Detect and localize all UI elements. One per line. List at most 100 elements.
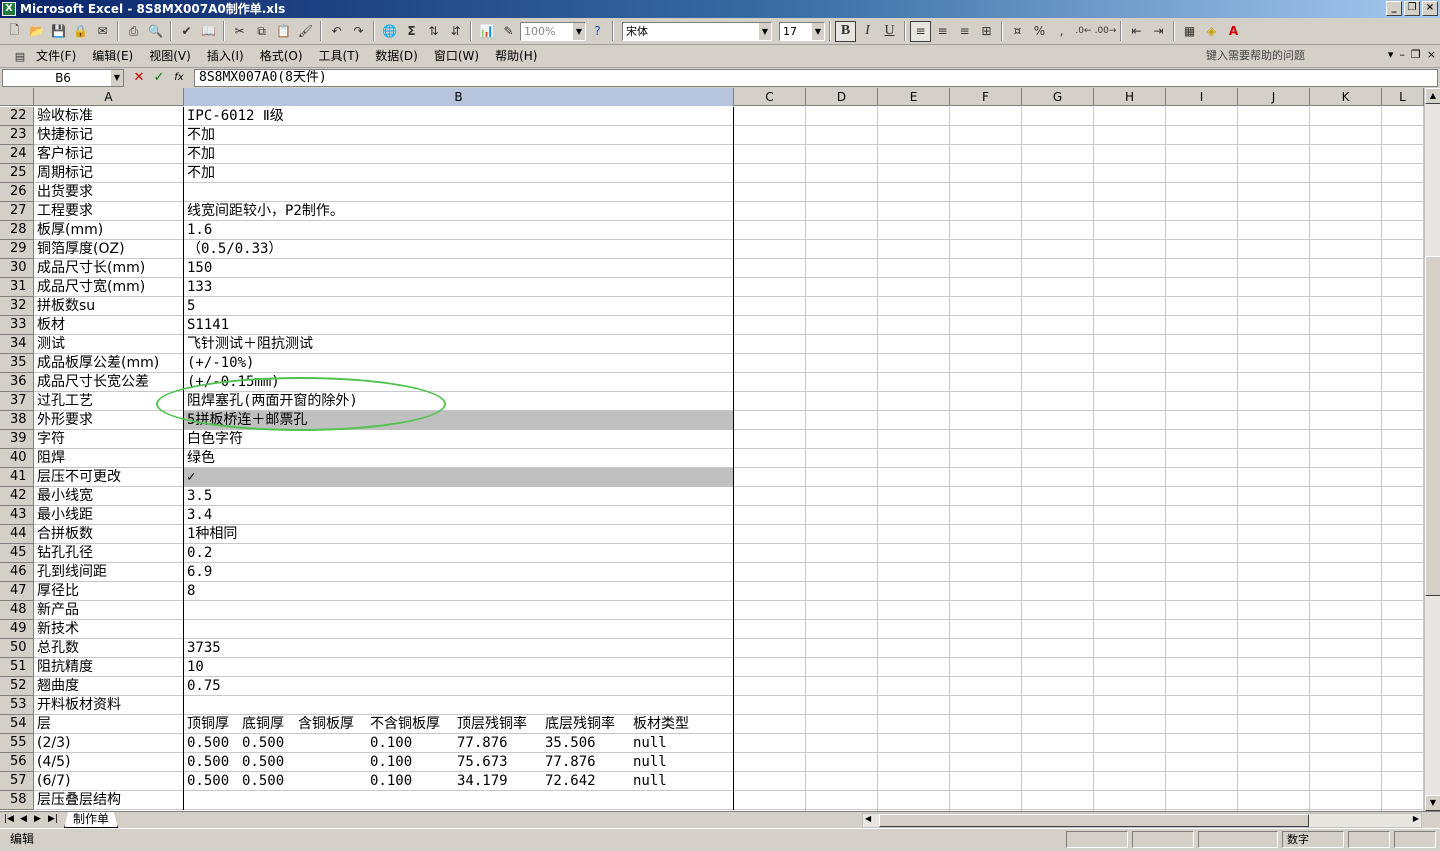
cell-b[interactable]: 5 [184,297,734,316]
row-header[interactable]: 53 [0,696,34,715]
scroll-left-icon[interactable]: ◀ [865,814,871,823]
row-header[interactable]: 42 [0,487,34,506]
menu-tools[interactable]: 工具(T) [311,45,368,67]
cell-b[interactable]: 1.6 [184,221,734,240]
font-name-select[interactable]: 宋体 ▼ [622,21,772,41]
font-size-select[interactable]: 17 ▼ [779,21,825,41]
row-header[interactable]: 32 [0,297,34,316]
cell-a[interactable]: 工程要求 [34,202,184,221]
enter-icon[interactable]: ✓ [150,69,168,87]
menu-view[interactable]: 视图(V) [141,45,199,67]
cell-a[interactable]: 开料板材资料 [34,696,184,715]
cell-a[interactable]: 层压不可更改 [34,468,184,487]
row-header[interactable]: 37 [0,392,34,411]
cell-b[interactable]: 不加 [184,126,734,145]
row-header[interactable]: 39 [0,430,34,449]
cell-a[interactable]: 翘曲度 [34,677,184,696]
cell-a[interactable]: 周期标记 [34,164,184,183]
column-header-l[interactable]: L [1382,88,1424,106]
menu-file[interactable]: 文件(F) [28,45,84,67]
cell-b[interactable]: 133 [184,278,734,297]
cell-b[interactable]: 线宽间距较小，P2制作。 [184,202,734,221]
column-header-c[interactable]: C [734,88,806,106]
comma-button[interactable]: , [1051,21,1072,42]
menu-help[interactable]: 帮助(H) [487,45,545,67]
column-header-f[interactable]: F [950,88,1022,106]
cell-a[interactable]: 层 [34,715,184,734]
row-header[interactable]: 41 [0,468,34,487]
cancel-icon[interactable]: ✕ [130,69,148,87]
cut-icon[interactable]: ✂ [229,21,250,42]
cell-b[interactable]: 10 [184,658,734,677]
row-header[interactable]: 36 [0,373,34,392]
hyperlink-icon[interactable]: 🌐 [379,21,400,42]
cell-a[interactable]: 过孔工艺 [34,392,184,411]
merge-center-icon[interactable]: ⊞ [976,21,997,42]
sheet-tab[interactable]: 制作单 [64,812,118,828]
row-header[interactable]: 48 [0,601,34,620]
formula-input[interactable]: 8S8MX007A0(8天件) [194,69,1438,87]
cell-b[interactable]: 顶铜厚 底铜厚 含铜板厚 不含铜板厚 顶层残铜率 底层残铜率 板材类型 [184,715,734,734]
cell-a[interactable]: 测试 [34,335,184,354]
email-icon[interactable]: ✉ [92,21,113,42]
paste-icon[interactable]: 📋 [273,21,294,42]
row-header[interactable]: 22 [0,107,34,126]
cell-a[interactable]: 外形要求 [34,411,184,430]
cell-a[interactable]: 最小线宽 [34,487,184,506]
row-header[interactable]: 47 [0,582,34,601]
scroll-right-icon[interactable]: ▶ [1413,814,1419,823]
cell-b[interactable]: 0.75 [184,677,734,696]
worksheet-grid[interactable]: ABCDEFGHIJKL 22 验收标准 IPC-6012 Ⅱ级 23 快捷标记 不加 24… [0,88,1424,811]
menu-insert[interactable]: 插入(I) [199,45,252,67]
redo-icon[interactable]: ↷ [348,21,369,42]
cell-b[interactable]: 6.9 [184,563,734,582]
decrease-indent-icon[interactable]: ⇤ [1126,21,1147,42]
research-icon[interactable]: 📖 [198,21,219,42]
cell-b[interactable]: 8 [184,582,734,601]
format-painter-icon[interactable]: 🖌 [295,21,316,42]
row-header[interactable]: 29 [0,240,34,259]
cell-a[interactable]: 字符 [34,430,184,449]
cell-b[interactable]: 0.2 [184,544,734,563]
help-icon[interactable]: ? [587,21,608,42]
bold-button[interactable]: B [835,20,856,42]
horizontal-scrollbar[interactable]: ◀ ▶ [862,813,1422,828]
column-header-i[interactable]: I [1166,88,1238,106]
cell-a[interactable]: 快捷标记 [34,126,184,145]
cell-a[interactable]: 最小线距 [34,506,184,525]
print-icon[interactable]: ⎙ [123,21,144,42]
autosum-icon[interactable]: Σ [401,21,422,42]
cell-a[interactable]: 新技术 [34,620,184,639]
cell-b[interactable]: 5拼板桥连＋邮票孔 [184,411,734,430]
fill-color-icon[interactable]: ◈ [1201,21,1222,42]
cell-a[interactable]: 成品板厚公差(mm) [34,354,184,373]
cell-b[interactable]: （0.5/0.33） [184,240,734,259]
align-left-icon[interactable]: ≡ [910,20,931,42]
column-header-h[interactable]: H [1094,88,1166,106]
row-header[interactable]: 45 [0,544,34,563]
align-center-icon[interactable]: ≡ [932,21,953,42]
cell-b[interactable]: (+/-10%) [184,354,734,373]
row-header[interactable]: 46 [0,563,34,582]
minimize-button[interactable]: _ [1386,1,1402,16]
cell-b[interactable]: 3735 [184,639,734,658]
chevron-down-icon[interactable]: ▼ [111,70,123,86]
save-icon[interactable]: 💾 [48,21,69,42]
cell-a[interactable]: 钻孔孔径 [34,544,184,563]
cell-a[interactable]: 客户标记 [34,145,184,164]
cell-a[interactable]: 孔到线间距 [34,563,184,582]
row-header[interactable]: 57 [0,772,34,791]
cell-a[interactable]: 板材 [34,316,184,335]
row-header[interactable]: 24 [0,145,34,164]
cell-a[interactable]: (2/3) [34,734,184,753]
cell-a[interactable]: 铜箔厚度(OZ) [34,240,184,259]
column-header-j[interactable]: J [1238,88,1310,106]
restore-button[interactable]: ❐ [1404,1,1420,16]
row-header[interactable]: 50 [0,639,34,658]
sort-desc-icon[interactable]: ⇵ [445,21,466,42]
menu-format[interactable]: 格式(O) [252,45,311,67]
close-button[interactable]: × [1422,1,1438,16]
cell-b[interactable]: 绿色 [184,449,734,468]
next-sheet-icon[interactable]: ▶ [34,814,41,824]
cell-a[interactable]: 验收标准 [34,107,184,126]
